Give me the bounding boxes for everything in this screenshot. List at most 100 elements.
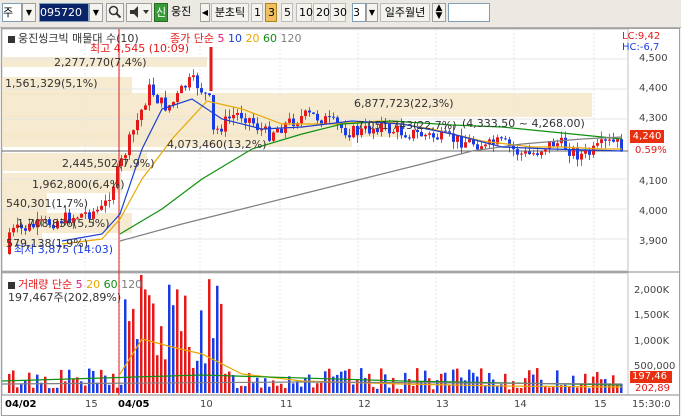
price-candle-body (200, 88, 203, 93)
price-candle-body (464, 142, 467, 148)
period-20[interactable]: 20 (313, 3, 330, 22)
volume-bar (604, 379, 607, 393)
price-candle-body (516, 149, 519, 155)
volume-bar (24, 381, 27, 393)
volume-ma-legend-120: 120 (117, 278, 143, 291)
stock-code-input[interactable]: 095720 (39, 3, 89, 22)
ma-legend-120: 120 (276, 32, 302, 45)
profile-label-7: 1,962,800(6,4%) (32, 178, 125, 191)
price-candle-body (196, 75, 199, 89)
search-icon[interactable] (106, 3, 124, 22)
volume-bar (20, 384, 23, 393)
x-label-12: 12 (358, 399, 371, 410)
tab-day-week-month-year[interactable]: 일주월년 (380, 3, 430, 22)
volume-bar (280, 383, 283, 393)
price-candle-body (292, 118, 295, 126)
period-5[interactable]: 5 (281, 3, 293, 22)
up-down-arrow-icon[interactable]: ▲ ▼ (432, 3, 446, 22)
price-candle-body (84, 212, 87, 214)
market-select[interactable]: 주 (2, 3, 22, 22)
price-candle-body (428, 133, 431, 135)
volume-bar (356, 379, 359, 393)
count-input[interactable]: 3 (352, 3, 366, 22)
x-label-10: 10 (200, 399, 213, 410)
volume-bar (236, 388, 239, 393)
price-candle-body (192, 75, 195, 78)
price-tick-4400: 4,400 (639, 83, 668, 94)
volume-bar (180, 331, 183, 393)
volume-ma-header: 단순 (51, 278, 73, 291)
volume-bar (200, 310, 203, 393)
volume-bar (308, 374, 311, 393)
profile-label-6: 2,445,502(7,9%) (62, 157, 155, 170)
speaker-icon[interactable] (126, 3, 152, 22)
price-tick-4300: 4,300 (639, 113, 668, 124)
range-label: (4,333.50 ~ 4,268.00) (462, 117, 585, 130)
price-candle-body (100, 205, 103, 210)
ma-legend-60: 60 (259, 32, 277, 45)
volume-bar (92, 370, 95, 393)
volume-bar (156, 355, 159, 393)
price-candle-body (148, 84, 151, 106)
x-label-time: 15:30:0 (632, 399, 671, 410)
volume-bar (484, 385, 487, 393)
price-candle-body (324, 116, 327, 124)
profile-label-10: 579,138(1,9%) (6, 237, 89, 250)
price-candle-body (436, 137, 439, 140)
price-candle-body (608, 139, 611, 141)
prev-arrow-icon[interactable]: ◀ (200, 3, 210, 22)
volume-bar (276, 385, 279, 393)
price-candle-body (216, 128, 219, 130)
period-1[interactable]: 1 (251, 3, 263, 22)
price-candle-body (304, 110, 307, 117)
price-candle-body (156, 95, 159, 104)
volume-bar (72, 378, 75, 393)
price-candle-body (520, 153, 523, 155)
price-candle-body (236, 112, 239, 115)
volume-bar (536, 368, 539, 393)
volume-bar (116, 387, 119, 393)
price-candle-body (316, 113, 319, 121)
period-3[interactable]: 3 (265, 3, 277, 22)
price-candle-body (348, 135, 351, 138)
volume-bar (196, 360, 199, 393)
price-candle-body (140, 109, 143, 120)
price-candle-body (556, 143, 559, 147)
price-candle-body (596, 143, 599, 146)
price-candle-body (588, 150, 591, 155)
current-pct-label: 0.59% (635, 145, 667, 156)
volume-bar (12, 370, 15, 393)
volume-ma-legend-items: 5 20 60 120 (76, 278, 143, 291)
period-30[interactable]: 30 (330, 3, 347, 22)
volume-bar (76, 377, 79, 393)
volume-bar (284, 388, 287, 393)
extra-input[interactable] (448, 3, 490, 22)
price-candle-body (184, 85, 187, 88)
period-10[interactable]: 10 (296, 3, 313, 22)
volume-ma-legend-60: 60 (100, 278, 118, 291)
volume-bar (596, 372, 599, 393)
price-candle-body (128, 134, 131, 156)
price-candle-body (312, 112, 315, 114)
volume-bar (140, 275, 143, 393)
price-candle-body (132, 130, 135, 135)
volume-bar (168, 284, 171, 393)
volume-bar (320, 382, 323, 393)
volume-bar (452, 369, 455, 393)
volume-bar (52, 388, 55, 393)
tab-minute-second-tick[interactable]: 분초틱 (211, 3, 249, 22)
price-candle-body (208, 93, 211, 96)
volume-bar (244, 386, 247, 393)
price-candle-body (240, 112, 243, 119)
price-candle-body (612, 139, 615, 142)
price-candle-body (352, 125, 355, 138)
price-candle-body (160, 97, 163, 104)
price-candle-body (204, 92, 207, 94)
code-dropdown-icon[interactable]: ▼ (89, 3, 103, 22)
volume-bar (588, 388, 591, 393)
volume-bar (580, 384, 583, 393)
volume-bar (600, 379, 603, 393)
volume-bar (416, 368, 419, 393)
count-dropdown-icon[interactable]: ▼ (366, 3, 378, 22)
market-dropdown-icon[interactable]: ▼ (22, 3, 36, 22)
